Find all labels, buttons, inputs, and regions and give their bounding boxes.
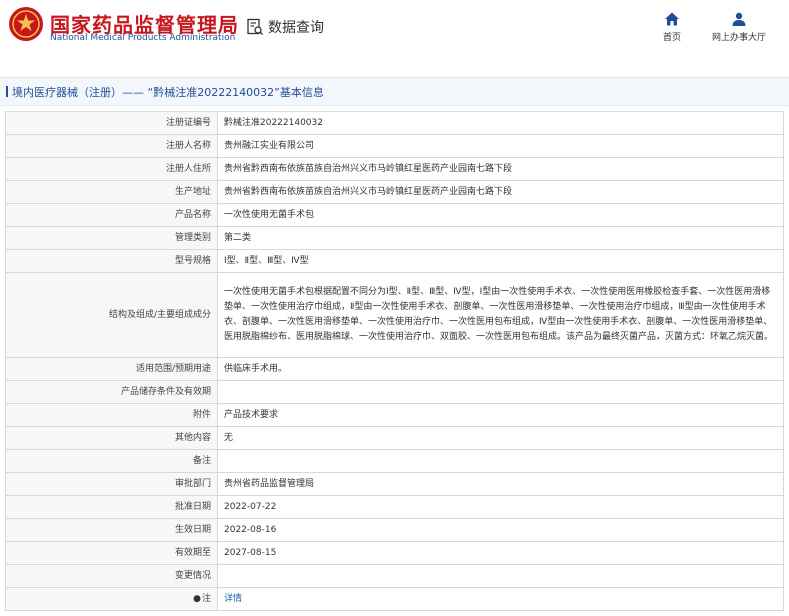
nav-home-label: 首页 (662, 33, 681, 43)
row-value: 贵州省黔西南布依族苗族自治州兴义市马岭镇红星医药产业园南七路下段 (217, 180, 784, 204)
table-row: 生产地址 贵州省黔西南布依族苗族自治州兴义市马岭镇红星医药产业园南七路下段 (5, 180, 784, 204)
nav-online-hall[interactable]: 网上办事大厅 (704, 11, 774, 43)
detail-table: 注册证编号 黔械注准20222140032 注册人名称 贵州融江实业有限公司 注册人… (5, 111, 784, 611)
row-value: 一次性使用无菌手术包 (217, 203, 784, 227)
table-row: 备注 (5, 449, 784, 473)
detail-table-wrapper: 注册证编号 黔械注准20222140032 注册人名称 贵州融江实业有限公司 注册人… (5, 111, 784, 611)
row-value (217, 380, 784, 404)
row-value (217, 564, 784, 588)
row-label: 变更情况 (5, 564, 218, 588)
data-query-label: 数据查询 (268, 20, 324, 36)
table-row: 型号规格 Ⅰ型、Ⅱ型、Ⅲ型、Ⅳ型 (5, 249, 784, 273)
table-row: 有效期至 2027-08-15 (5, 541, 784, 565)
breadcrumb-text: 境内医疗器械（注册）—— “黔械注准20222140032”基本信息 (12, 86, 324, 99)
row-label: 注册人名称 (5, 134, 218, 158)
details-link[interactable]: 详情 (224, 594, 242, 604)
row-value: 2027-08-15 (217, 541, 784, 565)
table-row: 生效日期 2022-08-16 (5, 518, 784, 542)
row-label: 有效期至 (5, 541, 218, 565)
table-row: 注册人名称 贵州融江实业有限公司 (5, 134, 784, 158)
breadcrumb-marker (6, 86, 8, 97)
user-icon (732, 12, 746, 26)
national-emblem-icon (9, 7, 43, 41)
row-label: 注册证编号 (5, 111, 218, 135)
row-label: 注册人住所 (5, 157, 218, 181)
footnote-label-cell: ●注 (5, 587, 218, 611)
row-value: 2022-08-16 (217, 518, 784, 542)
table-row: 注册人住所 贵州省黔西南布依族苗族自治州兴义市马岭镇红星医药产业园南七路下段 (5, 157, 784, 181)
row-label: 型号规格 (5, 249, 218, 273)
row-label: 产品名称 (5, 203, 218, 227)
row-value: 贵州省黔西南布依族苗族自治州兴义市马岭镇红星医药产业园南七路下段 (217, 157, 784, 181)
row-label: 备注 (5, 449, 218, 473)
row-label: 产品储存条件及有效期 (5, 380, 218, 404)
breadcrumb-bar: 境内医疗器械（注册）—— “黔械注准20222140032”基本信息 (0, 77, 789, 106)
row-label: 审批部门 (5, 472, 218, 496)
row-value: 黔械注准20222140032 (217, 111, 784, 135)
table-row: 变更情况 (5, 564, 784, 588)
footnote-label: 注 (201, 593, 211, 604)
row-label: 结构及组成/主要组成成分 (5, 272, 218, 358)
data-query-link[interactable]: 数据查询 (246, 17, 324, 37)
row-value (217, 449, 784, 473)
table-row: 审批部门 贵州省药品监督管理局 (5, 472, 784, 496)
footnote-dot-icon: ● (193, 593, 201, 604)
row-label: 生效日期 (5, 518, 218, 542)
row-value: 无 (217, 426, 784, 450)
row-value: 贵州融江实业有限公司 (217, 134, 784, 158)
row-value: 一次性使用无菌手术包根据配置不同分为Ⅰ型、Ⅱ型、Ⅲ型、Ⅳ型，Ⅰ型由一次性使用手术… (217, 272, 784, 358)
row-value: 第二类 (217, 226, 784, 250)
row-value: 贵州省药品监督管理局 (217, 472, 784, 496)
row-value: 产品技术要求 (217, 403, 784, 427)
table-row: 适用范围/预期用途 供临床手术用。 (5, 357, 784, 381)
site-title-en[interactable]: National Medical Products Administration (50, 33, 235, 43)
home-icon (665, 12, 679, 26)
row-label: 管理类别 (5, 226, 218, 250)
nav-home[interactable]: 首页 (637, 11, 707, 43)
row-value: 2022-07-22 (217, 495, 784, 519)
site-header: 国家药品监督管理局 National Medical Products Admi… (0, 0, 789, 62)
row-label: 其他内容 (5, 426, 218, 450)
table-row: 附件 产品技术要求 (5, 403, 784, 427)
table-row: 产品名称 一次性使用无菌手术包 (5, 203, 784, 227)
nav-online-hall-label: 网上办事大厅 (711, 33, 766, 43)
table-row: 产品储存条件及有效期 (5, 380, 784, 404)
table-row: 注册证编号 黔械注准20222140032 (5, 111, 784, 135)
table-row: 其他内容无 (5, 426, 784, 450)
row-label: 生产地址 (5, 180, 218, 204)
row-label: 适用范围/预期用途 (5, 357, 218, 381)
breadcrumb: 境内医疗器械（注册）—— “黔械注准20222140032”基本信息 (6, 84, 324, 100)
table-row: 结构及组成/主要组成成分 一次性使用无菌手术包根据配置不同分为Ⅰ型、Ⅱ型、Ⅲ型、Ⅳ… (5, 272, 784, 358)
data-query-icon (247, 18, 263, 35)
row-value: Ⅰ型、Ⅱ型、Ⅲ型、Ⅳ型 (217, 249, 784, 273)
row-label: 附件 (5, 403, 218, 427)
footnote-value-cell: 详情 (217, 587, 784, 611)
table-row: ●注 详情 (5, 587, 784, 611)
table-row: 批准日期 2022-07-22 (5, 495, 784, 519)
row-value: 供临床手术用。 (217, 357, 784, 381)
table-row: 管理类别 第二类 (5, 226, 784, 250)
row-label: 批准日期 (5, 495, 218, 519)
